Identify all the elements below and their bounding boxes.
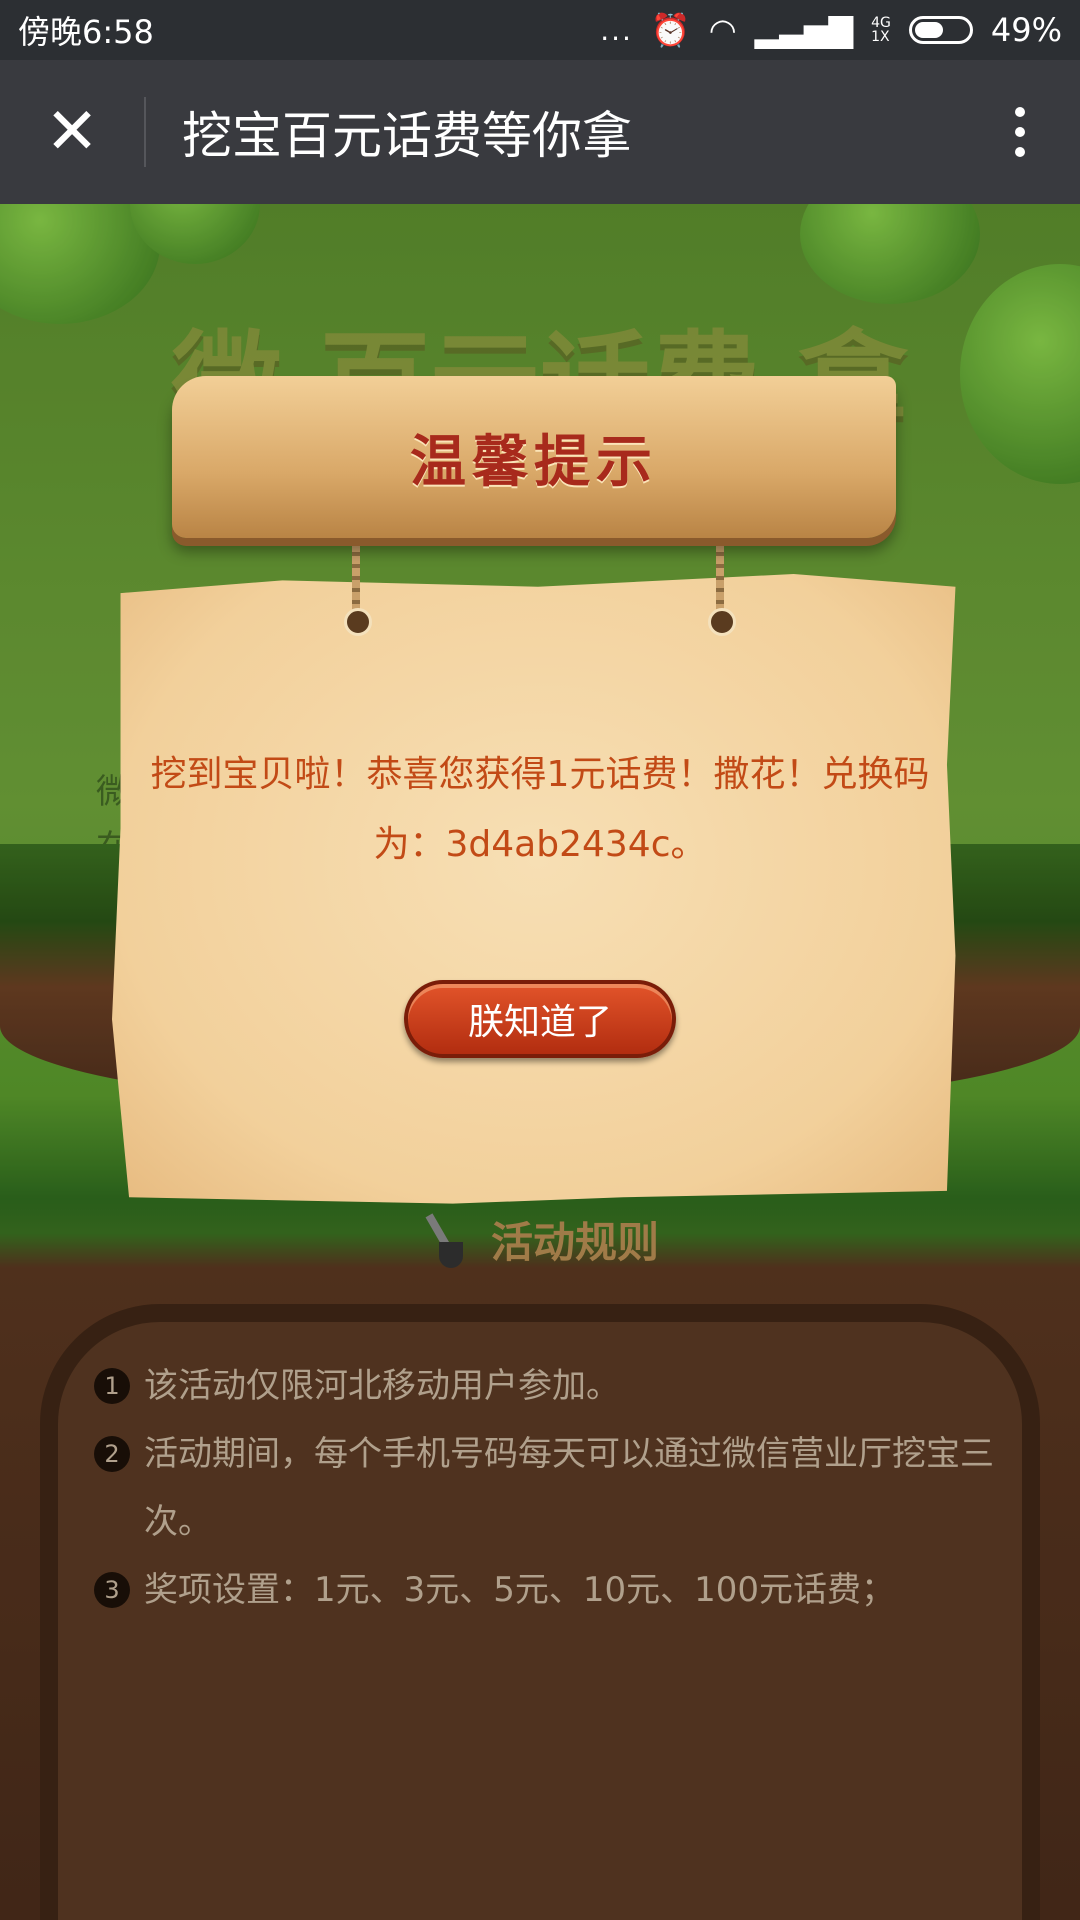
more-dots-icon: ... <box>600 13 633 47</box>
page-title: 挖宝百元话费等你拿 <box>182 107 632 165</box>
wifi-icon: ◠ <box>708 11 737 49</box>
peg-right <box>708 608 736 636</box>
network-top: 4G <box>871 15 891 31</box>
title-bar: ✕ 挖宝百元话费等你拿 <box>0 60 1080 204</box>
status-time: 傍晚6:58 <box>18 13 154 51</box>
network-bottom: 1X <box>871 29 890 45</box>
close-icon: ✕ <box>45 95 99 169</box>
status-bar: 傍晚6:58 ... ⏰ ◠ ▂▃▅▇ 4G 1X 49% <box>0 0 1080 60</box>
signal-icon: ▂▃▅▇ <box>754 11 854 49</box>
modal-paper <box>112 574 956 1204</box>
modal-header-sign: 温馨提示 <box>172 376 896 538</box>
title-divider <box>144 97 146 167</box>
network-type: 4G 1X <box>871 16 891 44</box>
battery-percent: 49% <box>990 11 1062 49</box>
modal-message: 挖到宝贝啦！恭喜您获得1元话费！撒花！兑换码为：3d4ab2434c。 <box>150 754 930 865</box>
modal-title: 温馨提示 <box>410 429 658 495</box>
more-menu-button[interactable] <box>960 60 1080 204</box>
battery-icon <box>908 16 973 44</box>
close-button[interactable]: ✕ <box>0 60 144 204</box>
confirm-button[interactable]: 朕知道了 <box>404 980 676 1058</box>
status-icons: ... ⏰ ◠ ▂▃▅▇ 4G 1X 49% <box>600 11 1062 49</box>
alarm-icon: ⏰ <box>650 11 691 49</box>
peg-left <box>344 608 372 636</box>
